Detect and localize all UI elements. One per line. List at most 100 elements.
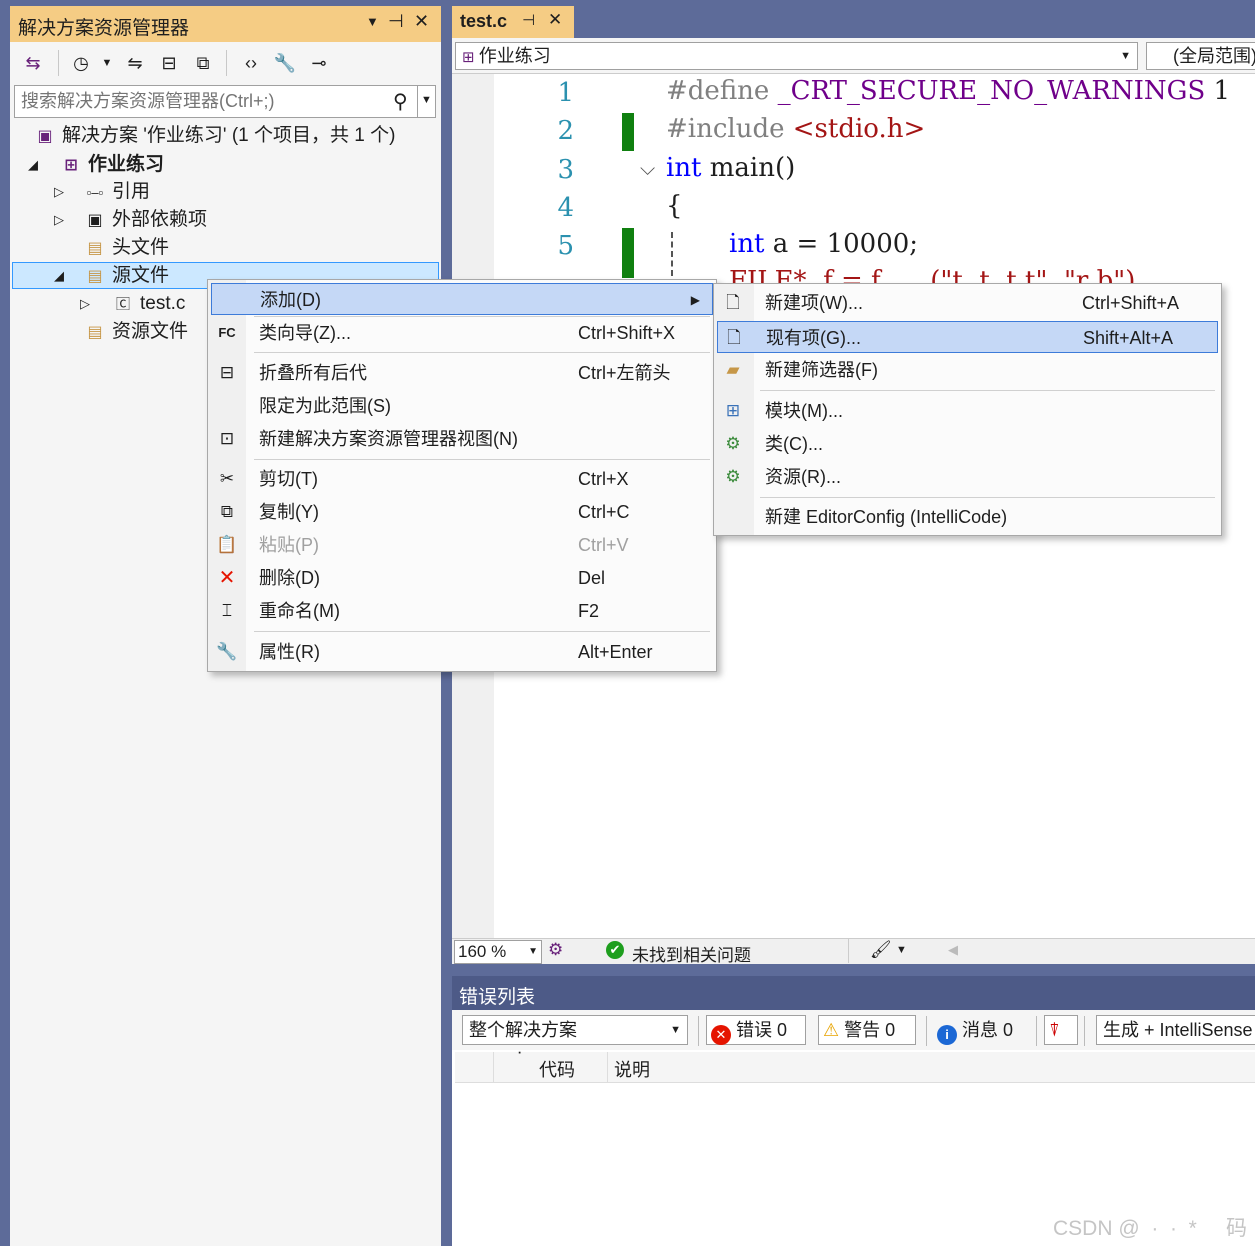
scroll-left-icon[interactable]: ◀: [948, 942, 958, 958]
switch-views-icon[interactable]: ⇆: [20, 50, 46, 76]
menu-item-copy[interactable]: ⧉ 复制(Y) Ctrl+C: [208, 496, 716, 528]
existing-item-icon: 🗋: [727, 328, 741, 347]
submenu-item-class[interactable]: ⚙ 类(C)...: [714, 428, 1221, 460]
line-number: 4: [557, 193, 574, 223]
menu-item-collapse-all[interactable]: ⊟ 折叠所有后代 Ctrl+左箭头: [208, 357, 716, 389]
menu-item-properties[interactable]: 🔧 属性(R) Alt+Enter: [208, 636, 716, 668]
project-dropdown-value: 作业练习: [478, 46, 551, 66]
search-input[interactable]: [21, 91, 381, 112]
error-list-titlebar: 错误列表: [452, 976, 1255, 1010]
cpp-project-icon: ⊞: [64, 157, 78, 174]
cpp-project-icon: ⊞: [462, 49, 479, 66]
scissors-icon: ✂: [219, 469, 235, 488]
errors-filter-button[interactable]: ✕ 错误 0: [706, 1015, 806, 1045]
chevron-down-icon: ▼: [528, 946, 538, 957]
menu-item-add[interactable]: 添加(D) ▶: [211, 283, 713, 315]
menu-item-rename[interactable]: ⌶ 重命名(M) F2: [208, 595, 716, 627]
menu-item-shortcut: Ctrl+左箭头: [578, 363, 671, 383]
view-code-icon[interactable]: ‹›: [238, 50, 264, 76]
messages-filter-button[interactable]: i 消息 0: [932, 1015, 1032, 1045]
module-icon: ⊞: [725, 401, 741, 420]
submenu-item-resource[interactable]: ⚙ 资源(R)...: [714, 461, 1221, 493]
collapsed-arrow-icon[interactable]: ▷: [80, 296, 90, 312]
code-line-1: #define _CRT_SECURE_NO_WARNINGS 1: [666, 76, 1231, 106]
search-icon[interactable]: ⚲: [393, 89, 408, 114]
tab-test-c[interactable]: test.c ⊣ ✕: [452, 6, 574, 38]
submenu-item-new-item[interactable]: 🗋 新建项(W)... Ctrl+Shift+A: [714, 287, 1221, 319]
column-header-description[interactable]: 说明: [614, 1056, 650, 1082]
tree-item-project[interactable]: ⊞ 作业练习: [60, 151, 164, 179]
build-source-dropdown[interactable]: 生成 + IntelliSense: [1096, 1015, 1255, 1045]
wrench-icon: 🔧: [216, 642, 238, 661]
filter-dropdown-icon[interactable]: ▼: [94, 50, 120, 76]
preview-selected-items-icon[interactable]: ⊸: [306, 50, 332, 76]
menu-item-shortcut: Ctrl+X: [578, 469, 629, 489]
window-position-dropdown-icon[interactable]: ▼: [366, 14, 379, 29]
sort-icon[interactable]: ⠁: [517, 1050, 526, 1064]
properties-wrench-icon[interactable]: 🔧: [272, 50, 298, 76]
menu-item-scope-to-this[interactable]: 限定为此范围(S): [208, 390, 716, 422]
collapse-region-icon[interactable]: ⌵: [640, 158, 655, 181]
error-icon: ✕: [711, 1025, 731, 1045]
collapsed-arrow-icon[interactable]: ▷: [54, 212, 64, 228]
solution-explorer-search-box[interactable]: ⚲ ▼: [14, 85, 436, 118]
scope-dropdown[interactable]: (全局范围): [1146, 42, 1255, 70]
change-marker: [622, 228, 634, 278]
tree-item-header-files[interactable]: ▤ 头文件: [84, 234, 169, 262]
class-icon: ⚙: [725, 434, 741, 453]
tree-item-references[interactable]: ▫–▫ 引用: [84, 178, 150, 206]
tree-item-label: test.c: [140, 293, 186, 314]
submenu-item-existing-item[interactable]: 🗋 现有项(G)... Shift+Alt+A: [717, 321, 1218, 353]
tree-item-label: 解决方案 '作业练习' (1 个项目，共 1 个): [62, 125, 396, 146]
warnings-filter-button[interactable]: ⚠ 警告 0: [818, 1015, 916, 1045]
close-tab-icon[interactable]: ✕: [548, 10, 562, 30]
menu-item-paste[interactable]: 📋 粘贴(P) Ctrl+V: [208, 529, 716, 561]
pin-tab-icon[interactable]: ⊣: [522, 11, 535, 29]
menu-item-label: 剪切(T): [259, 469, 318, 489]
expanded-arrow-icon[interactable]: ◢: [54, 268, 64, 284]
change-marker: [622, 113, 634, 151]
collapse-all-icon[interactable]: ⊟: [156, 50, 182, 76]
indent-guide: [671, 232, 673, 276]
expanded-arrow-icon[interactable]: ◢: [28, 157, 38, 173]
filter-icon: ⍒: [1049, 1020, 1060, 1040]
zoom-dropdown[interactable]: 160 % ▼: [454, 940, 542, 964]
menu-item-cut[interactable]: ✂ 剪切(T) Ctrl+X: [208, 463, 716, 495]
show-all-files-icon[interactable]: ⧉: [190, 50, 216, 76]
menu-item-label: 重命名(M): [259, 601, 340, 621]
tree-item-test-c[interactable]: 🄲test.c: [112, 290, 185, 318]
errors-count: 错误 0: [736, 1020, 788, 1040]
tree-item-source-files[interactable]: ▤ 源文件: [84, 262, 169, 290]
menu-item-class-wizard[interactable]: FC 类向导(Z)... Ctrl+Shift+X: [208, 317, 716, 349]
info-icon: i: [937, 1025, 957, 1045]
collapsed-arrow-icon[interactable]: ▷: [54, 184, 64, 200]
tree-item-resource-files[interactable]: ▤ 资源文件: [84, 318, 188, 346]
tree-item-solution[interactable]: ▣ 解决方案 '作业练习' (1 个项目，共 1 个): [34, 122, 395, 150]
submenu-item-editorconfig[interactable]: 新建 EditorConfig (IntelliCode): [714, 501, 1221, 533]
pin-icon[interactable]: ⊣: [388, 11, 404, 32]
project-dropdown[interactable]: ⊞ 作业练习 ▼: [455, 42, 1138, 70]
tree-item-external-dependencies[interactable]: ▣ 外部依赖项: [84, 206, 207, 234]
intellicode-icon[interactable]: ⚙: [548, 940, 563, 960]
filter-folder-icon: ▤: [87, 268, 103, 285]
filter-button[interactable]: ⍒: [1044, 1015, 1078, 1045]
close-icon[interactable]: ✕: [414, 11, 429, 32]
tree-item-label: 引用: [112, 181, 151, 202]
menu-item-label: 属性(R): [259, 642, 320, 662]
code-line-3: int main(): [666, 153, 796, 183]
tree-item-label: 外部依赖项: [112, 209, 208, 230]
class-wizard-icon: FC: [218, 325, 236, 340]
pending-changes-filter-icon[interactable]: ◷: [68, 50, 94, 76]
menu-item-label: 类(C)...: [765, 434, 823, 454]
submenu-item-module[interactable]: ⊞ 模块(M)...: [714, 395, 1221, 427]
error-scope-dropdown[interactable]: 整个解决方案 ▼: [462, 1015, 688, 1045]
chevron-down-icon[interactable]: ▼: [896, 944, 907, 956]
code-cleanup-icon[interactable]: 🖌: [870, 940, 892, 960]
menu-item-delete[interactable]: ✕ 删除(D) Del: [208, 562, 716, 594]
search-options-dropdown-icon[interactable]: ▼: [421, 94, 432, 106]
column-header-code[interactable]: 代码: [539, 1056, 575, 1082]
sync-with-active-document-icon[interactable]: ⇋: [122, 50, 148, 76]
submenu-item-new-filter[interactable]: ▰ 新建筛选器(F): [714, 354, 1221, 386]
menu-item-new-explorer-view[interactable]: ⊡ 新建解决方案资源管理器视图(N): [208, 423, 716, 455]
zoom-value: 160 %: [458, 942, 507, 961]
